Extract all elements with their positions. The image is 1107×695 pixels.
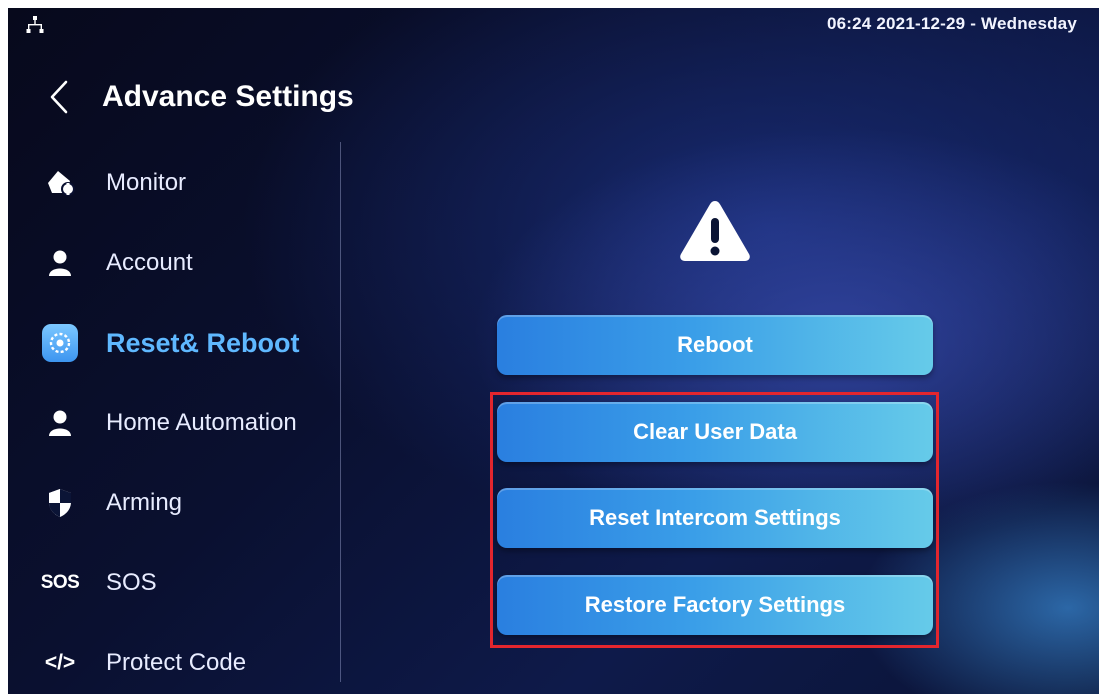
monitor-icon [42, 165, 78, 201]
sos-icon: SOS [40, 565, 80, 601]
active-icon-badge [42, 324, 78, 362]
page-header: Advance Settings [44, 72, 354, 122]
reset-icon [42, 324, 78, 362]
chevron-left-icon[interactable] [44, 77, 74, 117]
device-screen: 06:24 2021-12-29 - Wednesday Advance Set… [8, 8, 1099, 694]
code-icon-text: </> [44, 651, 76, 674]
person-icon [42, 245, 78, 281]
sidebar-item-protect-code[interactable]: </> Protect Code [42, 638, 246, 688]
datetime-display: 06:24 2021-12-29 - Wednesday [826, 14, 1077, 33]
sidebar-item-reset-reboot[interactable]: Reset& Reboot [42, 318, 300, 368]
sidebar-item-label: Arming [106, 489, 183, 516]
sidebar-item-home-automation[interactable]: Home Automation [42, 398, 297, 448]
reset-intercom-settings-button[interactable]: Reset Intercom Settings [497, 488, 933, 548]
network-icon [26, 16, 44, 33]
status-bar: 06:24 2021-12-29 - Wednesday [8, 8, 1099, 42]
page-title: Advance Settings [102, 80, 354, 113]
warning-icon [680, 201, 750, 261]
sidebar-item-label: Home Automation [106, 409, 297, 436]
sidebar-item-sos[interactable]: SOS SOS [40, 558, 157, 608]
sidebar-item-label: Reset& Reboot [106, 327, 300, 358]
shield-icon [42, 485, 78, 521]
sidebar-item-arming[interactable]: Arming [42, 478, 182, 528]
sidebar-divider [340, 142, 341, 682]
sos-icon-text: SOS [40, 572, 80, 593]
clear-user-data-button[interactable]: Clear User Data [497, 402, 933, 462]
restore-factory-settings-button[interactable]: Restore Factory Settings [497, 575, 933, 635]
sidebar-item-label: Account [106, 249, 193, 276]
sidebar-item-account[interactable]: Account [42, 238, 193, 288]
reboot-button[interactable]: Reboot [497, 315, 933, 375]
sidebar-item-label: Monitor [106, 169, 187, 196]
sidebar-item-monitor[interactable]: Monitor [42, 158, 186, 208]
code-icon: </> [42, 645, 78, 681]
person-icon [42, 405, 78, 441]
sidebar-item-label: Protect Code [106, 649, 247, 676]
sidebar-item-label: SOS [106, 569, 157, 596]
